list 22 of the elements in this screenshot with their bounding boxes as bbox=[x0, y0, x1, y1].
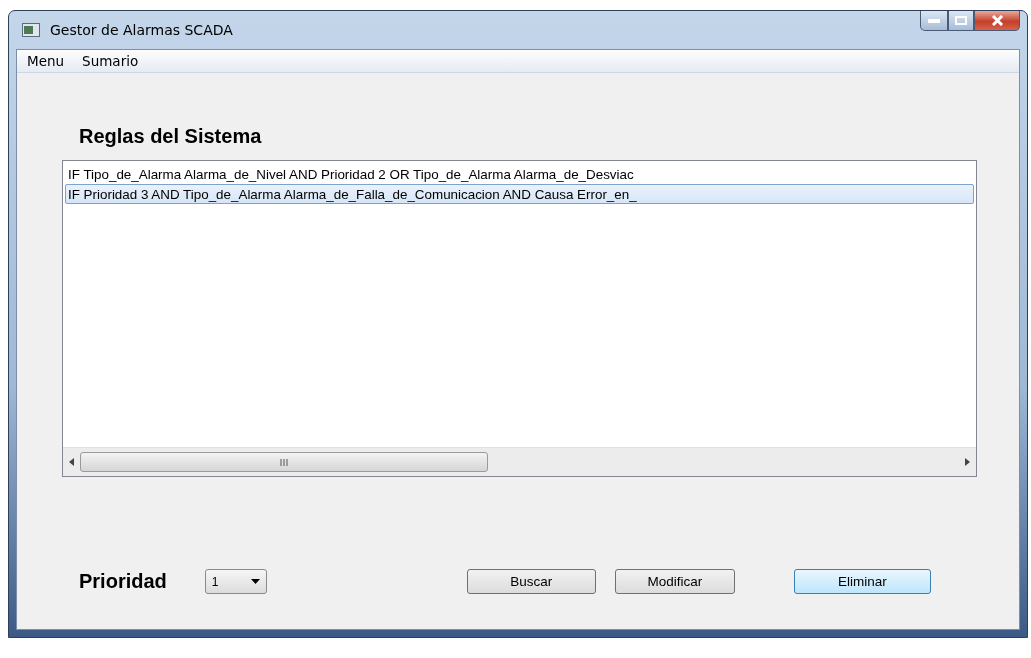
action-button[interactable]: Buscar bbox=[466, 569, 596, 594]
menu-item[interactable]: Menu bbox=[19, 51, 73, 71]
window-title: Gestor de Alarmas SCADA bbox=[50, 22, 233, 38]
action-button[interactable]: Modificar bbox=[614, 569, 735, 594]
rule-item[interactable]: IF Prioridad 3 AND Tipo_de_Alarma Alarma_de_Falla_de_Comunicacion AND Causa Error_en_ bbox=[65, 184, 974, 204]
action-button[interactable]: Eliminar bbox=[793, 569, 931, 594]
close-icon bbox=[990, 15, 1004, 26]
menu-item[interactable]: Sumario bbox=[74, 51, 147, 71]
minimize-button[interactable] bbox=[920, 11, 948, 31]
close-button[interactable] bbox=[974, 11, 1020, 31]
scroll-right-icon[interactable] bbox=[965, 458, 970, 466]
priority-label: Prioridad bbox=[79, 570, 167, 593]
grip-icon bbox=[280, 458, 288, 466]
section-title: Reglas del Sistema bbox=[79, 125, 263, 148]
maximize-icon bbox=[955, 16, 967, 25]
app-icon bbox=[22, 23, 40, 37]
rule-item[interactable]: IF Tipo_de_Alarma Alarma_de_Nivel AND Prioridad 2 OR Tipo_de_Alarma Alarma_de_Desviac bbox=[65, 164, 974, 184]
maximize-button[interactable] bbox=[948, 11, 974, 31]
priority-dropdown[interactable]: 1 bbox=[204, 569, 267, 594]
minimize-icon bbox=[928, 18, 940, 23]
caret-icon bbox=[250, 579, 260, 584]
scroll-left-icon[interactable] bbox=[69, 458, 74, 466]
